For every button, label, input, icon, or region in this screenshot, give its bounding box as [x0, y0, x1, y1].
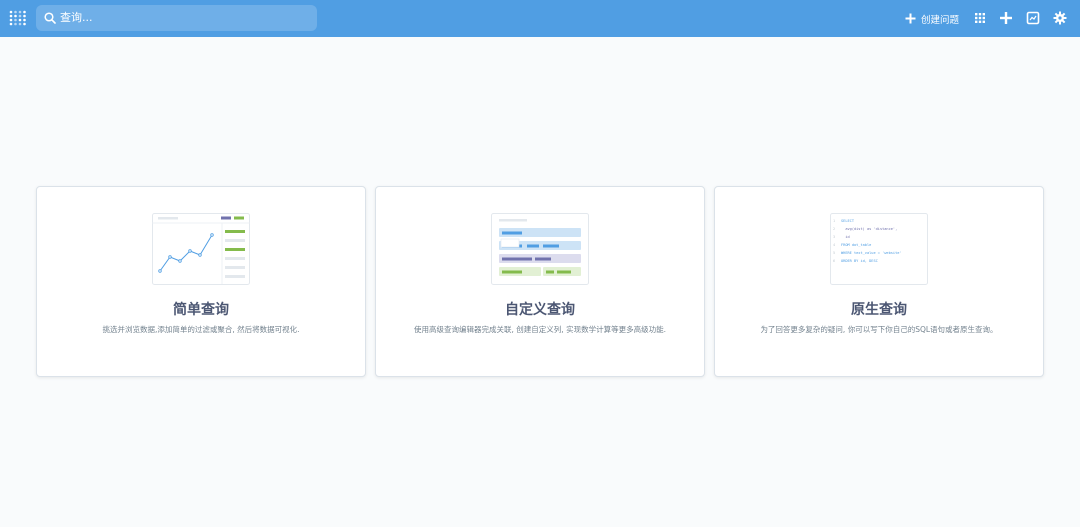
custom-question-illustration [491, 213, 589, 285]
top-navigation-bar: 查询... 创建问题 [0, 0, 1080, 37]
svg-text:4: 4 [833, 243, 835, 247]
create-question-button[interactable]: 创建问题 [905, 10, 959, 27]
custom-question-card[interactable]: 自定义查询 使用高级查询编辑器完成关联, 创建自定义列, 实现数学计算等更多高级… [375, 186, 705, 377]
search-icon [44, 12, 56, 24]
sql-line: avg(dist) as 'distance', [841, 227, 897, 231]
sql-line: SELECT [841, 219, 855, 223]
svg-text:5: 5 [833, 251, 835, 255]
gear-icon[interactable] [1053, 11, 1067, 25]
sql-line: FROM dot_table [841, 243, 871, 247]
svg-text:1: 1 [833, 219, 835, 223]
native-query-illustration: 123 456 SELECT avg(dist) as 'distance', … [830, 213, 928, 285]
svg-text:3: 3 [833, 235, 835, 239]
metabase-logo-icon[interactable] [9, 10, 27, 26]
grid-icon[interactable] [973, 11, 987, 25]
card-description: 挑选并浏览数据,添加简单的过滤或聚合, 然后将数据可视化. [102, 325, 300, 334]
search-input[interactable]: 查询... [36, 5, 317, 31]
create-question-label: 创建问题 [921, 14, 960, 26]
card-description: 为了回答更多复杂的疑问, 你可以写下你自己的SQL语句或者原生查询。 [760, 325, 998, 334]
search-placeholder: 查询... [60, 11, 93, 24]
sql-line: id [841, 235, 850, 239]
simple-question-card[interactable]: 简单查询 挑选并浏览数据,添加简单的过滤或聚合, 然后将数据可视化. [36, 186, 366, 377]
plus-icon [905, 13, 916, 24]
sql-line: ORDER BY id, DESC [841, 259, 878, 263]
simple-question-illustration [152, 213, 250, 285]
svg-text:2: 2 [833, 227, 835, 231]
dashboard-icon[interactable] [1026, 11, 1040, 25]
native-query-card[interactable]: 123 456 SELECT avg(dist) as 'distance', … [714, 186, 1044, 377]
card-title: 简单查询 [173, 302, 229, 318]
add-icon[interactable] [999, 11, 1013, 25]
card-description: 使用高级查询编辑器完成关联, 创建自定义列, 实现数学计算等更多高级功能. [414, 325, 666, 334]
card-title: 原生查询 [851, 302, 907, 318]
card-title: 自定义查询 [505, 302, 575, 318]
sql-line: WHERE text_value = 'website' [841, 251, 902, 255]
svg-text:6: 6 [833, 259, 835, 263]
